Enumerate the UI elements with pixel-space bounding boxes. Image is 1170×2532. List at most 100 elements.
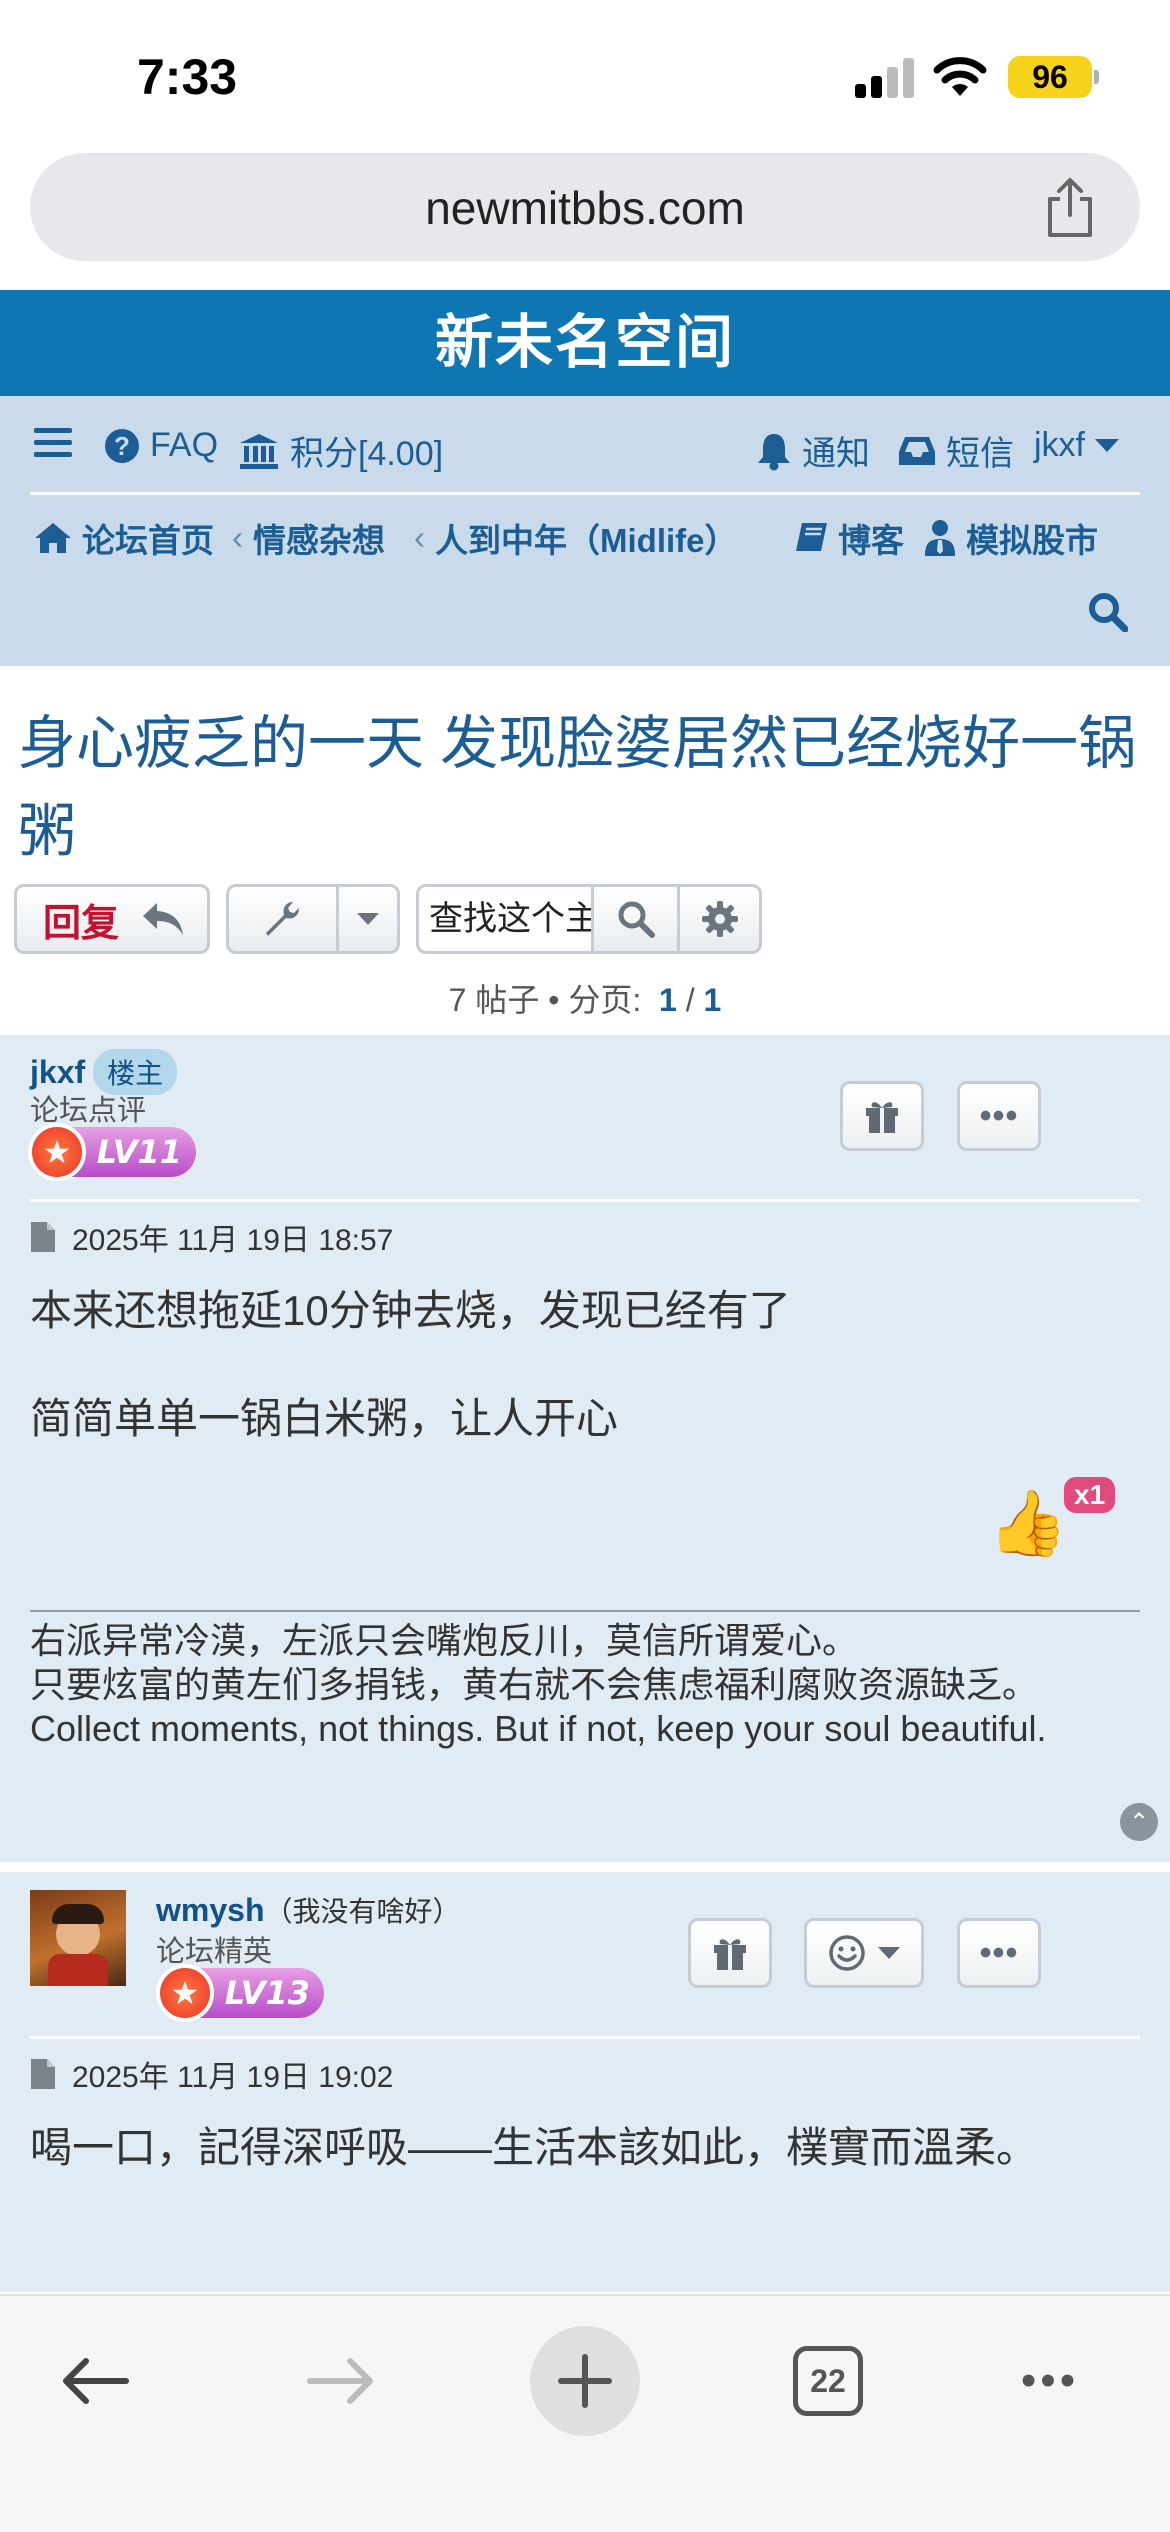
breadcrumb-separator-icon: ‹ — [414, 519, 425, 556]
back-button[interactable] — [50, 2326, 140, 2436]
messages-link[interactable]: 短信 — [898, 426, 1014, 475]
hamburger-icon — [34, 428, 72, 457]
menu-button[interactable] — [34, 426, 72, 460]
wrench-icon — [266, 902, 300, 936]
search-icon — [618, 901, 655, 938]
post-content-line: 喝一口，記得深呼吸——生活本該如此，樸實而溫柔。 — [30, 2124, 1039, 2171]
breadcrumb-midlife[interactable]: ‹ 人到中年（Midlife） — [414, 514, 738, 562]
ellipsis-icon: ••• — [979, 1097, 1019, 1135]
level-badge: ★ LV13 — [156, 1964, 324, 2022]
signature-line: Collect moments, not things. But if not,… — [30, 1708, 1047, 1749]
smile-icon — [829, 1935, 865, 1971]
post-divider — [30, 1199, 1140, 1202]
home-icon — [35, 523, 71, 553]
share-icon[interactable] — [1040, 175, 1100, 239]
gift-button[interactable] — [688, 1918, 772, 1988]
thumbs-up-icon: 👍 — [988, 1487, 1068, 1559]
new-tab-button[interactable] — [530, 2326, 640, 2436]
signature: 右派异常冷漠，左派只会嘴炮反川，莫信所谓爱心。 只要炫富的黄左们多捐钱，黄右就不… — [30, 1619, 1140, 1751]
topic-title[interactable]: 身心疲乏的一天 发现脸婆居然已经烧好一锅粥 — [18, 700, 1158, 876]
site-title[interactable]: 新未名空间 — [0, 290, 1170, 396]
pagination: 7 帖子 • 分页: 1 / 1 — [0, 975, 1170, 1021]
breadcrumb-emotions[interactable]: ‹ 情感杂想 — [232, 514, 385, 562]
file-icon — [31, 1222, 55, 1252]
page-total[interactable]: 1 — [704, 982, 722, 1018]
post-author[interactable]: jkxf — [30, 1054, 85, 1090]
post-date: 2025年 11月 19日 19:02 — [72, 2061, 394, 2094]
post-author-line: wmysh（我没有啥好） — [156, 1890, 461, 1930]
search-icon[interactable] — [1088, 592, 1128, 632]
reply-button[interactable]: 回复 — [14, 884, 210, 954]
topic-search-button[interactable] — [591, 887, 677, 951]
battery-nub — [1094, 70, 1099, 84]
address-bar[interactable]: newmitbbs.com — [30, 153, 1140, 261]
gift-button[interactable] — [840, 1081, 924, 1151]
nav-divider — [30, 492, 1140, 495]
reply-arrow-icon — [143, 903, 184, 935]
notify-label: 通知 — [802, 435, 870, 473]
faq-link[interactable]: ? FAQ — [104, 426, 218, 465]
svg-text:?: ? — [114, 431, 130, 461]
question-icon: ? — [105, 428, 139, 463]
clock: 7:33 — [137, 49, 238, 105]
notifications-link[interactable]: 通知 — [756, 426, 870, 475]
tab-count: 22 — [793, 2346, 863, 2416]
breadcrumb-home-label: 论坛首页 — [82, 522, 214, 559]
reaction-count: x1 — [1064, 1477, 1116, 1513]
post-more-button[interactable]: ••• — [957, 1918, 1041, 1988]
reaction[interactable]: 👍 x1 — [988, 1477, 1118, 1567]
file-icon — [31, 2059, 55, 2089]
chevron-up-icon: ⌃ — [1128, 1808, 1150, 1836]
avatar[interactable] — [30, 1890, 126, 1986]
reply-label: 回复 — [43, 902, 120, 945]
reaction-button[interactable] — [804, 1918, 924, 1988]
user-rank: 论坛精英 — [156, 1936, 273, 1968]
tools-dropdown[interactable] — [335, 887, 397, 951]
breadcrumb-emotions-label: 情感杂想 — [253, 522, 385, 559]
arrow-left-icon — [63, 2358, 129, 2404]
forward-button[interactable] — [296, 2326, 386, 2436]
inbox-icon — [899, 436, 935, 465]
points-link[interactable]: 积分[4.00] — [238, 426, 443, 475]
breadcrumb-home[interactable]: 论坛首页 — [34, 514, 214, 562]
post-divider — [30, 2036, 1140, 2039]
topic-search-box: 查找这个主题 — [416, 884, 762, 954]
faq-label: FAQ — [150, 426, 219, 464]
stock-label: 模拟股市 — [966, 522, 1098, 559]
gift-icon — [866, 1102, 898, 1133]
signature-line: 右派异常冷漠，左派只会嘴炮反川，莫信所谓爱心。 — [30, 1620, 859, 1661]
url-text[interactable]: newmitbbs.com — [30, 181, 1140, 235]
gift-icon — [714, 1939, 746, 1970]
tabs-button[interactable]: 22 — [790, 2326, 866, 2436]
post: jkxf 楼主 论坛点评 ★ LV11 ••• 2025年 11月 19日 18:… — [0, 1035, 1170, 1862]
blog-link[interactable]: 博客 — [794, 514, 904, 562]
stock-link[interactable]: 模拟股市 — [924, 514, 1098, 562]
level-label: LV11 — [96, 1133, 182, 1171]
post-author[interactable]: wmysh — [156, 1892, 264, 1928]
back-to-top-button[interactable]: ⌃ — [1120, 1803, 1158, 1841]
level-label: LV13 — [224, 1974, 310, 2012]
status-bar: 7:33 96 — [0, 0, 1170, 150]
gear-icon — [701, 901, 738, 937]
post-meta: 2025年 11月 19日 19:02 — [30, 2052, 393, 2096]
star-icon: ★ — [156, 1964, 214, 2022]
page-separator: / — [685, 982, 695, 1018]
bank-icon — [240, 433, 278, 469]
messages-label: 短信 — [946, 435, 1014, 473]
more-button[interactable]: ••• — [1010, 2326, 1090, 2436]
user-menu[interactable]: jkxf — [1034, 426, 1119, 465]
star-icon: ★ — [28, 1123, 86, 1181]
page-current[interactable]: 1 — [659, 982, 677, 1018]
advanced-search-button[interactable] — [677, 887, 759, 951]
signature-divider — [30, 1610, 1140, 1612]
arrow-right-icon — [307, 2358, 373, 2404]
ellipsis-icon: ••• — [979, 1934, 1019, 1972]
post-more-button[interactable]: ••• — [957, 1081, 1041, 1151]
post-content-line: 本来还想拖延10分钟去烧，发现已经有了 — [30, 1287, 791, 1334]
author-note: （我没有啥好） — [264, 1896, 461, 1927]
post-count: 7 帖子 — [448, 982, 540, 1018]
topic-tools-button[interactable] — [226, 884, 400, 954]
level-badge: ★ LV11 — [28, 1123, 196, 1181]
caret-down-icon — [356, 913, 379, 925]
topic-search-input[interactable]: 查找这个主题 — [419, 887, 591, 951]
